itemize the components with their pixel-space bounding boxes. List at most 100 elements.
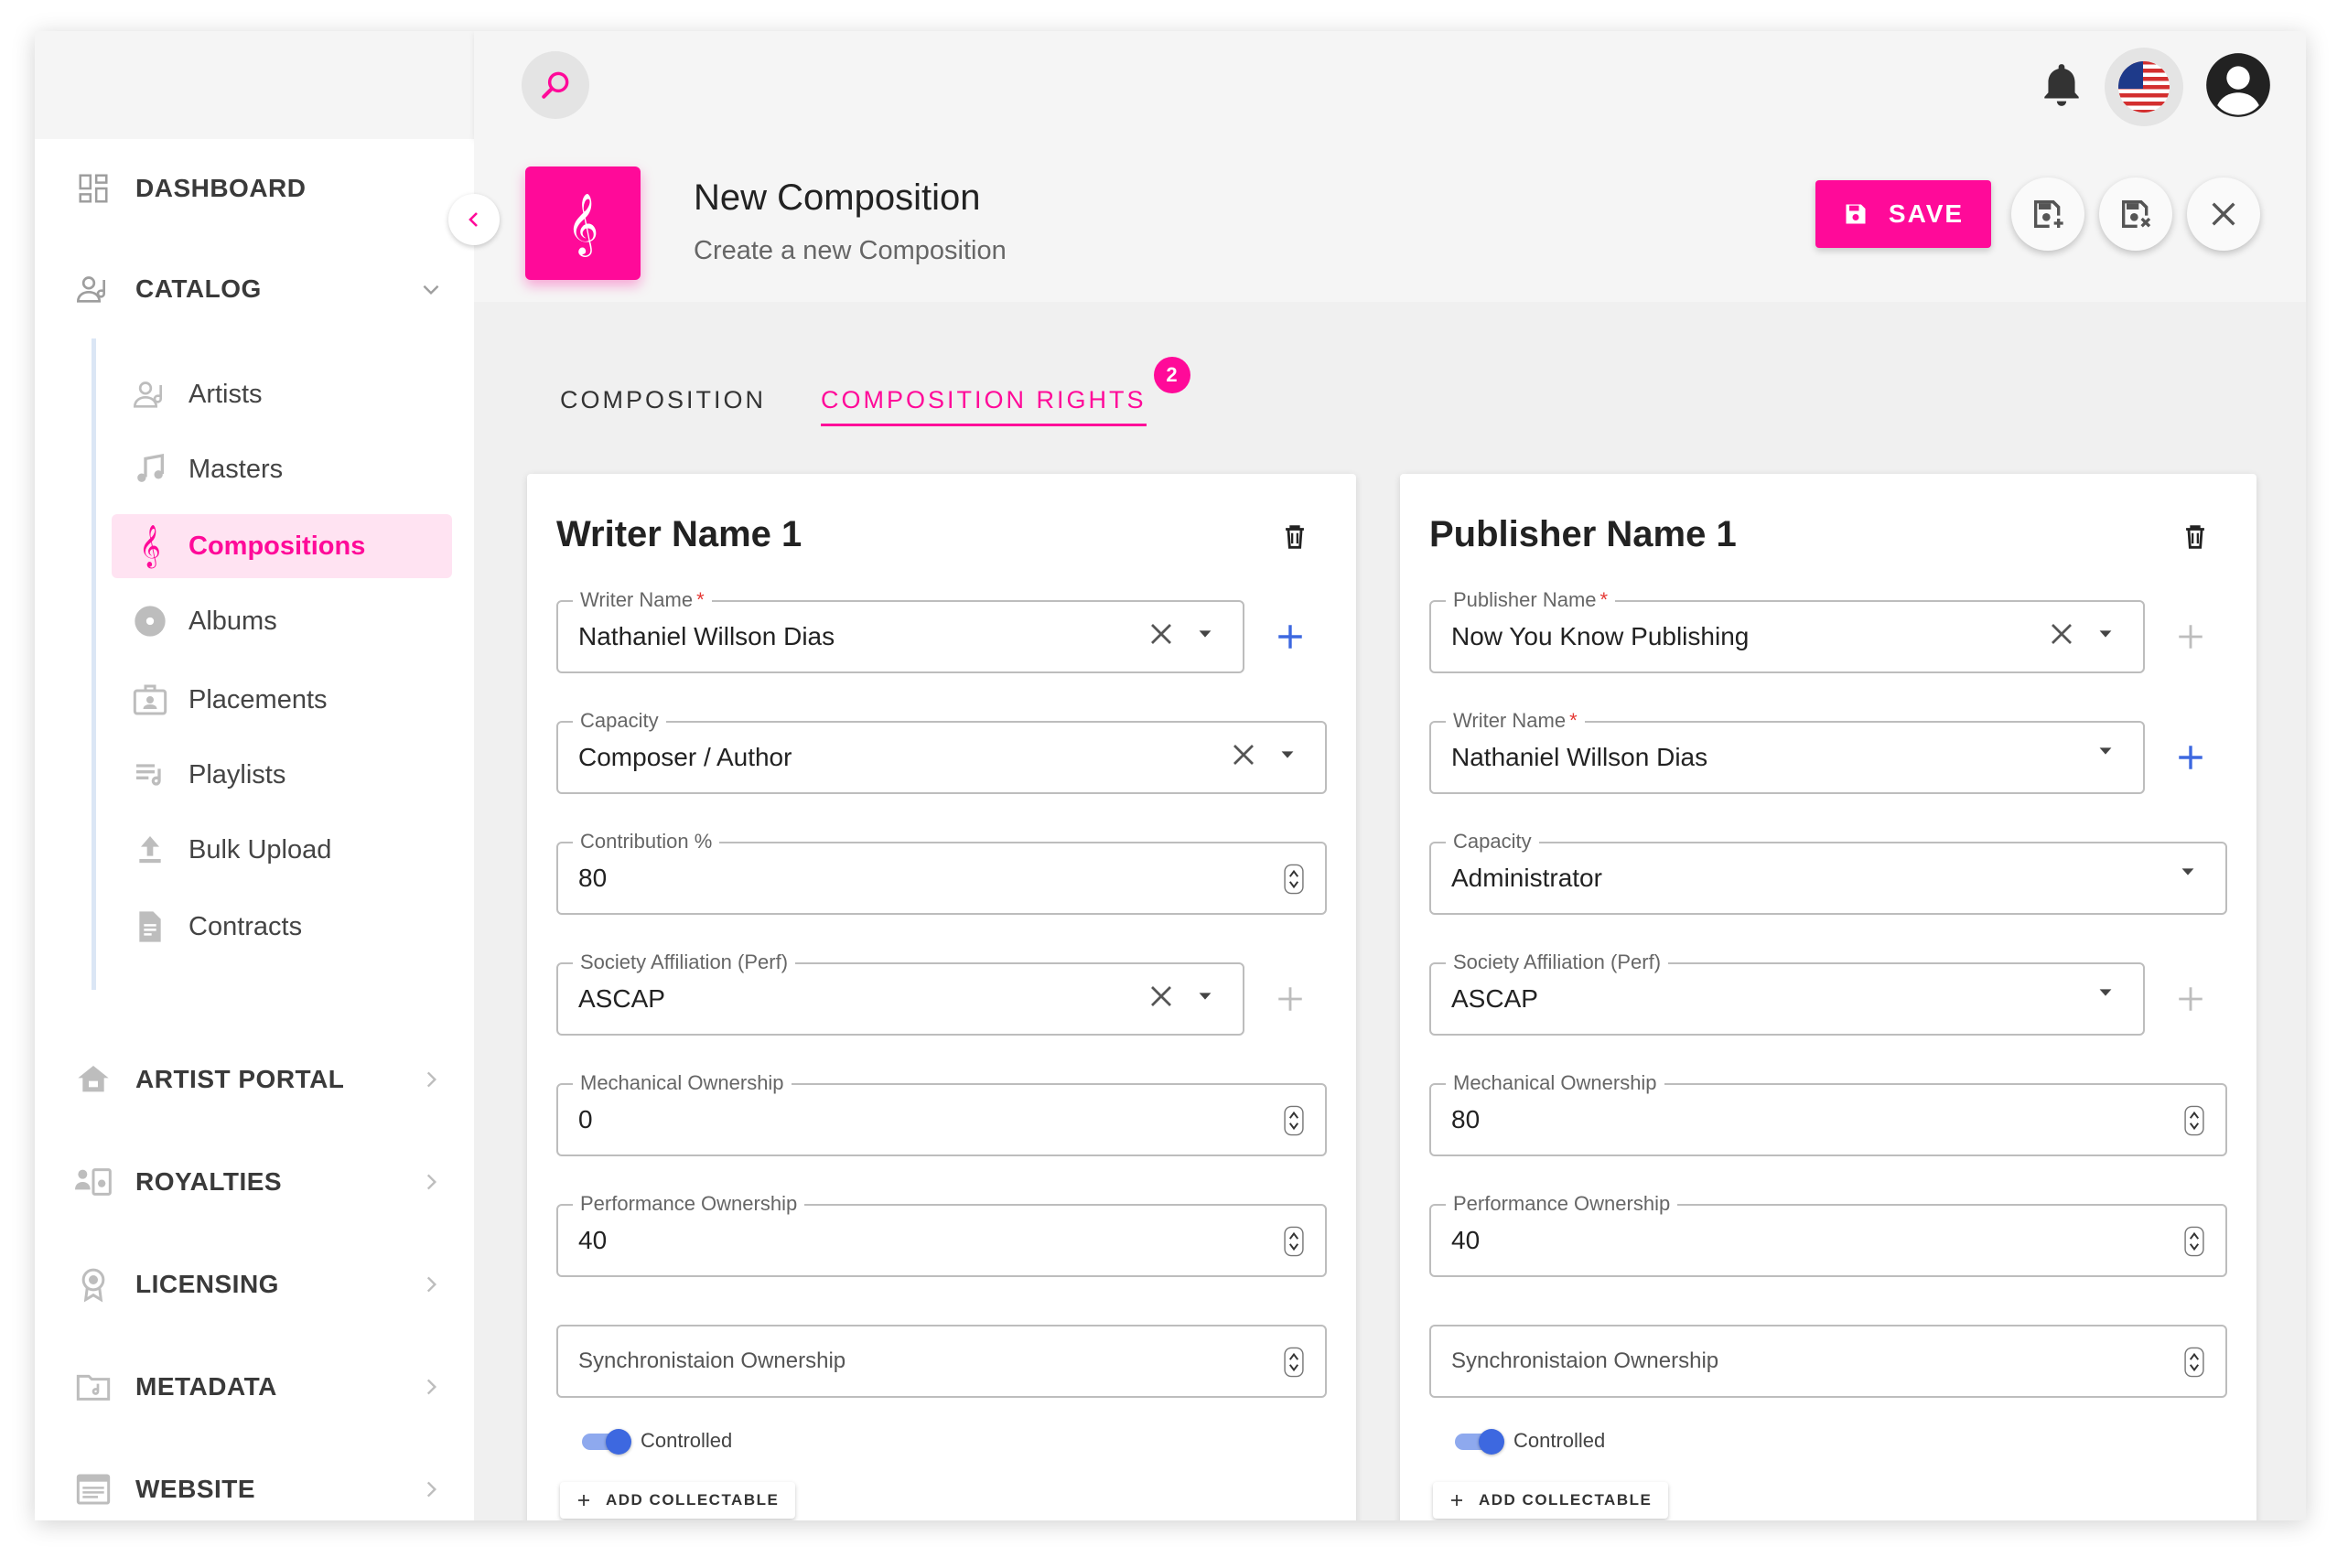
dropdown-arrow-icon[interactable] [2178,862,2198,882]
add-icon[interactable] [2172,739,2209,776]
catalog-icon [73,269,113,309]
collapse-sidebar-button[interactable] [448,194,500,245]
sidebar-item-artist-portal[interactable]: ARTIST PORTAL [73,1052,458,1107]
dropdown-arrow-icon[interactable] [1195,624,1215,644]
number-spinner-icon[interactable] [2183,1105,2205,1136]
disc-icon [130,601,170,641]
field-label: Performance Ownership [1453,1192,1671,1215]
sidebar-item-website[interactable]: WEBSITE [73,1462,458,1517]
society-affiliation-select[interactable]: Society Affiliation (Perf) ASCAP [556,950,1244,1036]
field-label: Capacity [580,709,659,732]
add-icon[interactable] [1272,618,1309,655]
search-button[interactable] [522,51,589,119]
page-title: New Composition [694,177,981,218]
close-button[interactable] [2187,177,2260,251]
tab-label: COMPOSITION [560,386,767,413]
number-spinner-icon[interactable] [2183,1347,2205,1378]
sidebar-item-bulk-upload[interactable]: Bulk Upload [112,818,452,882]
publisher-name-select[interactable]: Publisher Name * Now You Know Publishing [1429,587,2145,673]
mechanical-ownership-input[interactable]: Mechanical Ownership 0 [556,1070,1327,1156]
tab-composition[interactable]: COMPOSITION [560,386,766,426]
publisher-society-select[interactable]: Society Affiliation (Perf) ASCAP [1429,950,2145,1036]
licensing-icon [73,1264,113,1305]
field-label: Contribution % [580,830,713,853]
dropdown-arrow-icon[interactable] [1195,986,1215,1006]
sync-ownership-input[interactable]: Synchronistaion Ownership [556,1325,1327,1398]
sidebar-item-dashboard[interactable]: DASHBOARD [73,161,458,216]
chevron-right-icon [417,1271,445,1298]
add-icon[interactable] [2172,618,2209,655]
delete-icon[interactable] [2180,521,2211,553]
notifications-bell-icon[interactable] [2039,60,2084,114]
number-spinner-icon[interactable] [1283,864,1305,895]
us-flag-icon [2118,61,2170,113]
performance-ownership-input[interactable]: Performance Ownership 40 [556,1191,1327,1277]
number-spinner-icon[interactable] [1283,1105,1305,1136]
catalog-submenu-line [92,338,96,990]
sidebar-item-playlists[interactable]: Playlists [112,743,452,807]
sidebar: DASHBOARD CATALOG Artists Masters 𝄞 Comp… [35,31,474,1520]
sidebar-item-metadata[interactable]: METADATA [73,1359,458,1414]
dropdown-arrow-icon[interactable] [2095,624,2116,644]
save-button-label: SAVE [1888,199,1965,228]
chevron-right-icon [417,1066,445,1093]
field-value: 0 [578,1105,593,1133]
sidebar-item-placements[interactable]: Placements [112,668,452,732]
controlled-toggle[interactable] [582,1429,633,1455]
sidebar-item-label: Bulk Upload [188,834,332,865]
number-spinner-icon[interactable] [1283,1347,1305,1378]
chevron-right-icon [417,1476,445,1503]
clear-icon[interactable] [2048,620,2075,648]
sidebar-item-artists[interactable]: Artists [112,362,452,426]
add-icon[interactable] [2172,981,2209,1017]
music-note-icon [130,449,170,489]
placement-icon [130,680,170,720]
save-and-close-button[interactable] [2099,177,2172,251]
add-icon[interactable] [1272,981,1309,1017]
sidebar-item-contracts[interactable]: Contracts [112,895,452,959]
sidebar-item-licensing[interactable]: LICENSING [73,1257,458,1312]
chevron-right-icon [417,1373,445,1401]
field-value: Composer / Author [578,743,792,771]
publisher-sync-input[interactable]: Synchronistaion Ownership [1429,1325,2227,1398]
chevron-down-icon [417,275,445,303]
add-collectable-button[interactable]: ADD COLLECTABLE [560,1482,796,1519]
delete-icon[interactable] [1279,521,1310,553]
add-collectable-button[interactable]: ADD COLLECTABLE [1433,1482,1669,1519]
capacity-select[interactable]: Capacity Composer / Author [556,708,1327,794]
clear-icon[interactable] [1230,741,1257,768]
publisher-mechanical-input[interactable]: Mechanical Ownership 80 [1429,1070,2227,1156]
tab-composition-rights[interactable]: COMPOSITION RIGHTS 2 [821,357,1190,426]
sidebar-item-masters[interactable]: Masters [112,437,452,501]
contribution-input[interactable]: Contribution % 80 [556,829,1327,915]
count-badge: 2 [1153,357,1190,393]
field-value: Administrator [1451,864,1602,892]
sidebar-item-royalties[interactable]: ROYALTIES [73,1155,458,1209]
number-spinner-icon[interactable] [2183,1226,2205,1257]
save-button[interactable]: SAVE [1815,180,1991,248]
button-label: ADD COLLECTABLE [1479,1491,1653,1509]
user-account-icon[interactable] [2203,50,2273,124]
clear-icon[interactable] [1147,620,1175,648]
controlled-toggle[interactable] [1455,1429,1506,1455]
language-button[interactable] [2105,48,2183,126]
dropdown-arrow-icon[interactable] [2095,741,2116,761]
sidebar-item-compositions[interactable]: 𝄞 Compositions [112,514,452,578]
writer-name-select[interactable]: Writer Name * Nathaniel Willson Dias [556,587,1244,673]
field-value: 40 [1451,1226,1481,1254]
royalties-icon [73,1162,113,1202]
publisher-performance-input[interactable]: Performance Ownership 40 [1429,1191,2227,1277]
publisher-capacity-select[interactable]: Capacity Administrator [1429,829,2227,915]
number-spinner-icon[interactable] [1283,1226,1305,1257]
field-label: Mechanical Ownership [1453,1071,1657,1094]
plus-icon [578,1495,589,1506]
clear-icon[interactable] [1147,983,1175,1010]
dropdown-arrow-icon[interactable] [2095,983,2116,1003]
publisher-writer-name-select[interactable]: Writer Name * Nathaniel Willson Dias [1429,708,2145,794]
sidebar-item-catalog[interactable]: CATALOG [73,262,458,317]
button-label: ADD COLLECTABLE [606,1491,780,1509]
sidebar-item-albums[interactable]: Albums [112,589,452,653]
save-and-new-button[interactable] [2011,177,2084,251]
dropdown-arrow-icon[interactable] [1277,745,1298,765]
treble-clef-icon: 𝄞 [139,525,161,567]
